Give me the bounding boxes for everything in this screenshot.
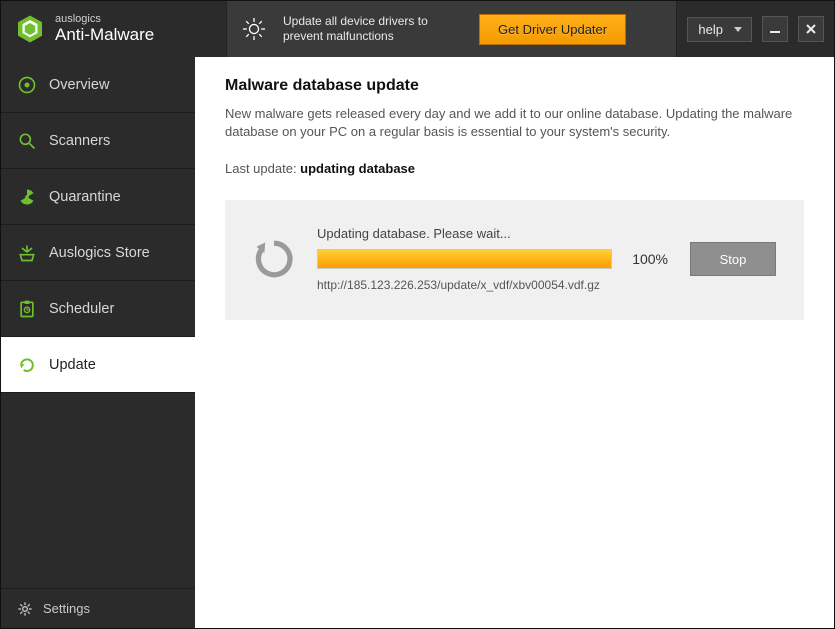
last-update-line: Last update: updating database <box>225 161 804 176</box>
radiation-icon <box>17 187 37 207</box>
sidebar-item-quarantine[interactable]: Quarantine <box>1 169 195 225</box>
page-description: New malware gets released every day and … <box>225 105 804 141</box>
sidebar-item-label: Update <box>49 357 96 373</box>
sidebar-item-label: Auslogics Store <box>49 245 150 261</box>
page-title: Malware database update <box>225 77 804 95</box>
stop-button[interactable]: Stop <box>690 242 776 276</box>
titlebar: auslogics Anti-Malware Update all device <box>1 1 834 57</box>
progress-url: http://185.123.226.253/update/x_vdf/xbv0… <box>317 278 668 292</box>
promo-banner: Update all device drivers to prevent mal… <box>226 1 677 57</box>
progress-status: Updating database. Please wait... <box>317 226 668 241</box>
close-icon <box>805 23 817 35</box>
last-update-value: updating database <box>300 161 415 176</box>
sidebar-item-label: Quarantine <box>49 189 121 205</box>
spinner-icon <box>253 238 295 280</box>
progress-fill <box>318 250 611 268</box>
settings-label: Settings <box>43 601 90 616</box>
close-button[interactable] <box>798 16 824 42</box>
settings-button[interactable]: Settings <box>1 588 195 628</box>
sidebar: Overview Scanners Quar <box>1 57 195 628</box>
progress-panel: Updating database. Please wait... 100% h… <box>225 200 804 320</box>
overview-icon <box>17 75 37 95</box>
refresh-icon <box>17 355 37 375</box>
app-logo-icon <box>15 14 45 44</box>
progress-percent: 100% <box>626 251 668 267</box>
minimize-button[interactable] <box>762 16 788 42</box>
sidebar-item-scheduler[interactable]: Scheduler <box>1 281 195 337</box>
lightbulb-icon <box>241 16 267 42</box>
sidebar-item-label: Scanners <box>49 133 110 149</box>
sidebar-item-store[interactable]: Auslogics Store <box>1 225 195 281</box>
progress-bar <box>317 249 612 269</box>
sidebar-item-overview[interactable]: Overview <box>1 57 195 113</box>
gear-icon <box>17 601 33 617</box>
help-dropdown-label: help <box>698 22 723 37</box>
promo-text: Update all device drivers to prevent mal… <box>283 14 463 44</box>
brand: auslogics Anti-Malware <box>1 1 226 57</box>
minimize-icon <box>769 23 781 35</box>
sidebar-item-scanners[interactable]: Scanners <box>1 113 195 169</box>
main-panel: Malware database update New malware gets… <box>195 57 834 628</box>
clipboard-icon <box>17 299 37 319</box>
sidebar-item-label: Scheduler <box>49 301 114 317</box>
magnifier-icon <box>17 131 37 151</box>
get-driver-updater-button[interactable]: Get Driver Updater <box>479 14 626 45</box>
brand-title: Anti-Malware <box>55 26 154 44</box>
help-dropdown[interactable]: help <box>687 17 752 42</box>
sidebar-item-label: Overview <box>49 77 109 93</box>
sidebar-item-update[interactable]: Update <box>1 337 195 393</box>
last-update-prefix: Last update: <box>225 161 300 176</box>
store-icon <box>17 243 37 263</box>
